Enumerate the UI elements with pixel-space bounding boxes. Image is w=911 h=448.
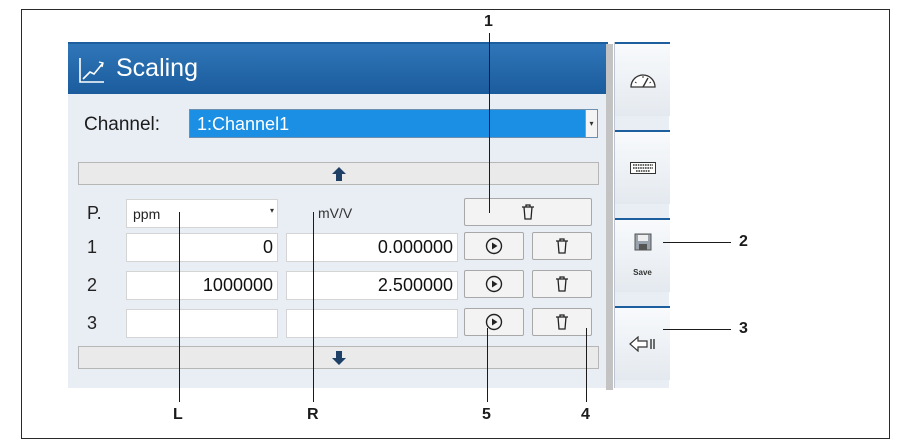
channel-select[interactable]: 1:Channel1 ▾ xyxy=(189,109,598,138)
left-value-input[interactable]: 0 xyxy=(126,233,278,262)
capture-button[interactable] xyxy=(464,308,524,336)
page-title: Scaling xyxy=(116,54,198,82)
callout-l: L xyxy=(173,406,183,423)
point-number: 1 xyxy=(87,237,98,257)
keyboard-icon xyxy=(629,162,656,174)
title-bar: Scaling xyxy=(68,44,608,94)
delete-row-button[interactable] xyxy=(532,232,592,260)
play-circle-icon xyxy=(485,237,503,255)
right-value-input[interactable]: 2.500000 xyxy=(286,271,458,300)
scroll-up-button[interactable] xyxy=(78,162,599,185)
capture-button[interactable] xyxy=(464,270,524,298)
trash-icon xyxy=(522,204,534,220)
chevron-down-icon: ▾ xyxy=(269,206,274,215)
table-header-row: P. ppm ▾ mV/V xyxy=(78,196,599,230)
left-unit-value: ppm xyxy=(133,206,161,222)
table-row: 1 0 0.000000 xyxy=(78,230,599,264)
keyboard-button[interactable] xyxy=(615,130,670,204)
point-column-header: P. xyxy=(87,203,102,223)
callout-4: 4 xyxy=(581,406,590,423)
floppy-disk-icon xyxy=(634,233,651,251)
callout-3: 3 xyxy=(739,320,748,337)
vertical-separator xyxy=(606,44,613,390)
channel-value: 1:Channel1 xyxy=(197,114,290,134)
back-button[interactable] xyxy=(615,306,670,380)
leader-line-l xyxy=(179,212,180,402)
trash-icon xyxy=(556,276,568,292)
leader-line-2 xyxy=(663,242,731,243)
save-button[interactable]: Save xyxy=(615,218,670,292)
leader-line-5 xyxy=(487,328,488,402)
leader-line-1 xyxy=(489,33,490,213)
point-number: 3 xyxy=(87,313,98,333)
chevron-down-icon[interactable]: ▾ xyxy=(585,110,597,137)
arrow-down-icon xyxy=(332,351,346,365)
table-row: 2 1000000 2.500000 xyxy=(78,268,599,302)
arrow-up-icon xyxy=(332,167,346,181)
left-unit-select[interactable]: ppm ▾ xyxy=(126,199,278,228)
trash-icon xyxy=(556,238,568,254)
callout-1: 1 xyxy=(484,13,493,30)
side-toolbar: Save xyxy=(614,42,670,388)
scaling-screen: Scaling Channel: 1:Channel1 ▾ P. ppm ▾ m… xyxy=(68,42,613,390)
capture-button[interactable] xyxy=(464,232,524,260)
table-row: 3 xyxy=(78,306,599,340)
callout-r: R xyxy=(307,406,319,423)
dashboard-button[interactable] xyxy=(615,42,670,116)
channel-label: Channel: xyxy=(84,114,161,135)
leader-line-3 xyxy=(663,329,731,330)
scaling-chart-icon xyxy=(79,58,104,83)
right-value-input[interactable] xyxy=(286,309,458,338)
leader-line-r xyxy=(313,212,314,402)
delete-all-button[interactable] xyxy=(464,198,592,226)
right-value-input[interactable]: 0.000000 xyxy=(286,233,458,262)
save-label: Save xyxy=(633,268,652,277)
leader-line-4 xyxy=(586,328,587,402)
left-value-input[interactable]: 1000000 xyxy=(126,271,278,300)
delete-row-button[interactable] xyxy=(532,270,592,298)
scroll-down-button[interactable] xyxy=(78,346,599,369)
callout-2: 2 xyxy=(739,233,748,250)
callout-5: 5 xyxy=(482,406,491,423)
right-unit-label: mV/V xyxy=(318,205,353,221)
back-arrow-icon xyxy=(628,336,655,352)
gauge-icon xyxy=(629,74,656,88)
point-number: 2 xyxy=(87,275,98,295)
play-circle-icon xyxy=(485,275,503,293)
trash-icon xyxy=(556,314,568,330)
left-value-input[interactable] xyxy=(126,309,278,338)
delete-row-button[interactable] xyxy=(532,308,592,336)
